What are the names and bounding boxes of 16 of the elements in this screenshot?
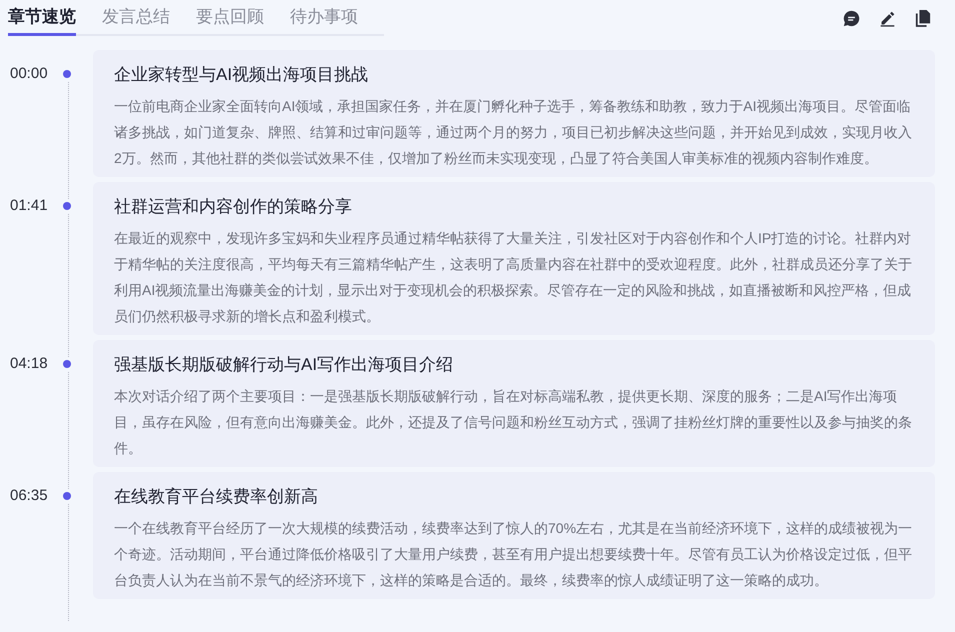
- chapter-summary: 一个在线教育平台经历了一次大规模的续费活动，续费率达到了惊人的70%左右，尤其是在当前经济环境下，这样的成绩被视为一个奇迹。活动期间，平台通过降低价格吸引了大量用户续费，甚至有用户提出想要续费十年。尽管有员工认为价格设定过低，但平台负责人认为在当前不景气的经济环境下，这样的策略是合适的。最终，续费率的惊人成绩证明了这一策略的成功。: [114, 519, 914, 590]
- tab[interactable]: 章节速览: [8, 0, 76, 36]
- copy-icon[interactable]: [915, 9, 931, 27]
- pen-icon[interactable]: [879, 10, 896, 26]
- chapter-title: 企业家转型与AI视频出海项目挑战: [114, 64, 370, 86]
- chapter-summary: 一位前电商企业家全面转向AI领域，承担国家任务，并在厦门孵化种子选手，筹备教练和助教，致力于AI视频出海项目。尽管面临诸多挑战，如门道复杂、牌照、结算和过审问题等，通过两个月的努力，项目已初步解决这些问题，并开始见到成效，实现月收入2万。然而，其他社群的类似尝试效果不佳，仅增加了粉丝而未实现变现，凸显了符合美国人审美标准的视频内容制作难度。: [114, 97, 913, 168]
- timestamp[interactable]: 01:41: [10, 196, 58, 335]
- chapter-summary: 在最近的观察中，发现许多宝妈和失业程序员通过精华帖获得了大量关注，引发社区对于内容创作和个人IP打造的讨论。社群内对于精华帖的关注度很高，平均每天有三篇精华帖产生，这表明了高质量内容在社群中的受欢迎程度。此外，社群成员还分享了关于利用AI视频流量出海赚美金的计划，显示出对于变现机会的积极探索。尽管存在一定的风险和挑战，如直播被断和风控严格，但成员们仍然积极寻求新的增长点和盈利模式。: [114, 229, 913, 326]
- timestamp[interactable]: 06:35: [10, 486, 58, 599]
- timestamp[interactable]: 00:00: [10, 64, 58, 177]
- chapter-title: 强基版长期版破解行动与AI写作出海项目介绍: [114, 354, 454, 376]
- chapter-title: 社群运营和内容创作的策略分享: [114, 196, 353, 218]
- timestamp[interactable]: 04:18: [10, 354, 58, 467]
- chapter-summary: 本次对话介绍了两个主要项目：一是强基版长期版破解行动，旨在对标高端私教，提供更长期、深度的服务；二是AI写作出海项目，虽存在风险，但有意向出海赚美金。此外，还提及了信号问题和粉丝互动方式，强调了挂粉丝灯牌的重要性以及参与抽奖的条件。: [114, 387, 913, 458]
- chat-icon[interactable]: [843, 10, 860, 26]
- chapter-title: 在线教育平台续费率创新高: [114, 486, 319, 508]
